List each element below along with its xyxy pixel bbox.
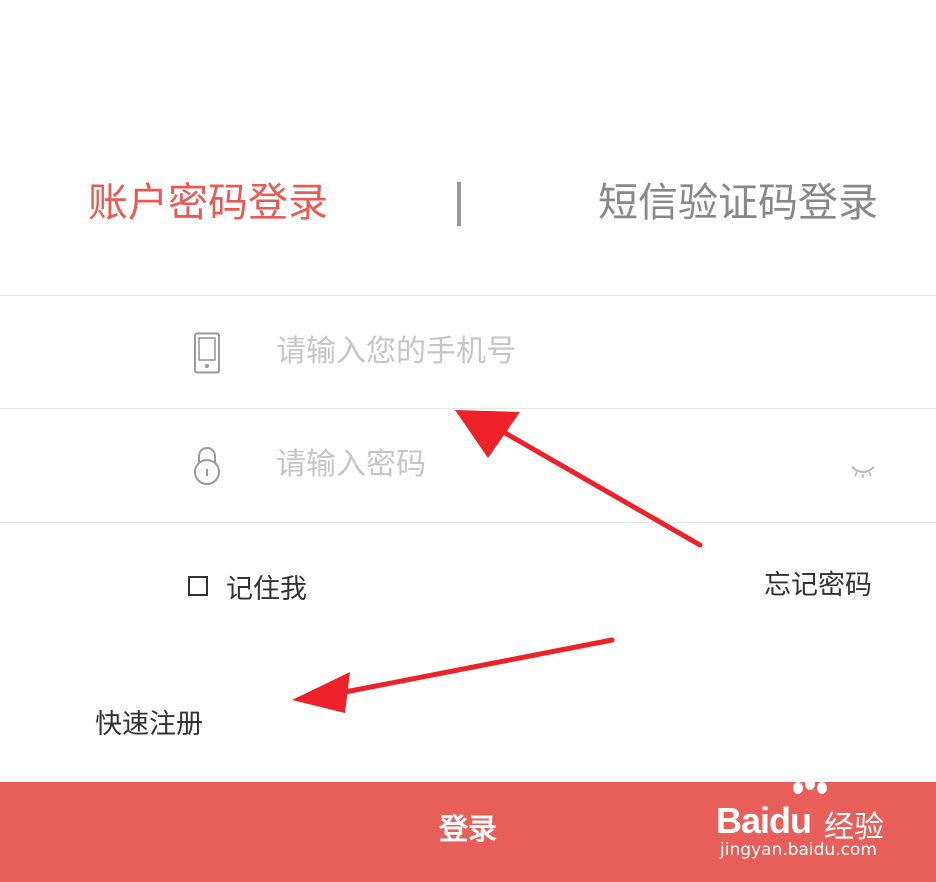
tab-password-login[interactable]: 账户密码登录 (88, 178, 328, 228)
phone-field-row (0, 295, 936, 408)
eye-closed-icon[interactable] (850, 463, 876, 479)
watermark-url: jingyan.baidu.com (720, 840, 877, 860)
lock-icon (190, 445, 224, 487)
baidu-jingyan-watermark: Baidu 经验 jingyan.baidu.com (716, 778, 916, 868)
quick-register-link[interactable]: 快速注册 (95, 705, 203, 745)
baidu-logo-text: Baidu (716, 800, 812, 841)
remember-me[interactable]: 记住我 (188, 566, 307, 606)
tab-sms-login[interactable]: 短信验证码登录 (598, 178, 878, 228)
password-input[interactable] (276, 441, 796, 487)
checkbox-icon[interactable] (188, 576, 208, 596)
tab-separator (457, 182, 461, 226)
phone-input[interactable] (276, 328, 796, 374)
remember-me-label: 记住我 (226, 573, 307, 605)
annotation-arrow-to-register (292, 637, 615, 713)
login-tabs: 账户密码登录 短信验证码登录 (0, 0, 936, 295)
phone-icon (190, 332, 224, 374)
forgot-password-link[interactable]: 忘记密码 (764, 566, 872, 606)
password-field-row (0, 408, 936, 523)
